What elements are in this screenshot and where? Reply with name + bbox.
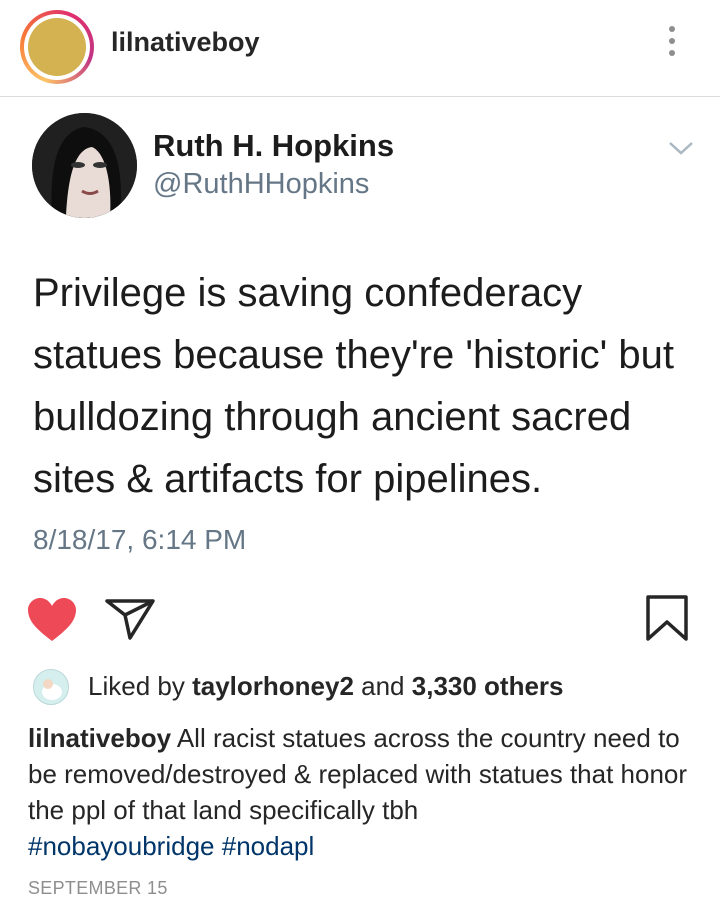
tweet-avatar: [32, 113, 137, 218]
tweet-author-name: Ruth H. Hopkins: [153, 128, 395, 163]
likes-text: Liked by taylorhoney2 and 3,330 others: [88, 671, 564, 702]
profile-avatar[interactable]: [20, 10, 94, 84]
liker-username[interactable]: taylorhoney2: [192, 671, 354, 701]
send-icon[interactable]: [104, 597, 156, 641]
hashtag-link[interactable]: #nobayoubridge: [28, 831, 215, 861]
hashtag-link[interactable]: #nodapl: [222, 831, 315, 861]
liker-avatar[interactable]: [33, 669, 69, 705]
post-date: SEPTEMBER 15: [28, 878, 168, 898]
likes-count[interactable]: 3,330 others: [412, 671, 564, 701]
bookmark-icon[interactable]: [645, 594, 689, 642]
likes-joiner: and: [361, 671, 405, 701]
likes-prefix: Liked by: [88, 671, 185, 701]
tweet-timestamp: 8/18/17, 6:14 PM: [33, 524, 247, 555]
post-header: lilnativeboy: [0, 0, 720, 97]
post-caption: lilnativeboy All racist statues across t…: [28, 720, 698, 864]
tweet-author-handle: @RuthHHopkins: [153, 168, 370, 200]
tweet-text: Privilege is saving confederacy statues …: [33, 271, 675, 501]
heart-icon[interactable]: [27, 597, 77, 643]
post-username[interactable]: lilnativeboy: [111, 27, 260, 58]
caption-username[interactable]: lilnativeboy: [28, 723, 171, 753]
more-vertical-icon[interactable]: [660, 26, 684, 66]
chevron-down-icon: [668, 140, 694, 156]
